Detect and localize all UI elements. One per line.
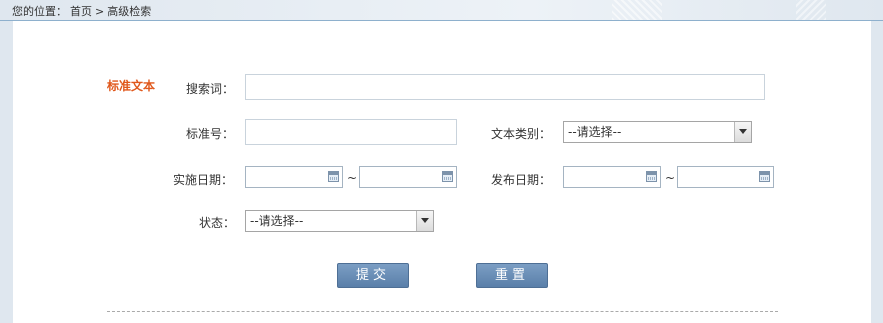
- doc-type-label: 文本类别：: [491, 127, 552, 141]
- calendar-icon[interactable]: [328, 171, 339, 182]
- std-no-input[interactable]: [245, 119, 457, 145]
- publish-date-range-separator: ~: [665, 171, 676, 185]
- divider: [107, 311, 778, 312]
- impl-date-end-input[interactable]: [359, 166, 457, 188]
- calendar-icon[interactable]: [759, 171, 770, 182]
- doc-type-selected-value: --请选择--: [568, 125, 622, 139]
- calendar-icon[interactable]: [646, 171, 657, 182]
- breadcrumb-home-link[interactable]: 首页: [70, 5, 92, 18]
- keyword-label: 搜索词：: [186, 82, 235, 96]
- publish-date-start-input[interactable]: [563, 166, 661, 188]
- publish-date-label: 发布日期：: [491, 173, 552, 187]
- breadcrumb-separator: >: [95, 5, 105, 18]
- doc-type-select[interactable]: --请选择--: [563, 121, 752, 143]
- breadcrumb-prefix: 您的位置：: [12, 5, 67, 18]
- publish-date-end-input[interactable]: [677, 166, 774, 188]
- status-selected-value: --请选择--: [250, 214, 304, 228]
- impl-date-label: 实施日期：: [173, 173, 234, 187]
- reset-button[interactable]: 重置: [476, 263, 548, 288]
- breadcrumb-current: 高级检索: [107, 5, 152, 18]
- header-decoration-right: [796, 0, 826, 20]
- header-decoration: [612, 0, 662, 20]
- submit-button[interactable]: 提交: [337, 263, 409, 288]
- breadcrumb: 您的位置： 首页 > 高级检索: [12, 3, 154, 19]
- std-no-label: 标准号：: [186, 127, 235, 141]
- section-title: 标准文本: [107, 79, 156, 93]
- chevron-down-icon[interactable]: [734, 122, 751, 142]
- status-label: 状态：: [199, 216, 236, 230]
- impl-date-start-input[interactable]: [245, 166, 343, 188]
- status-select[interactable]: --请选择--: [245, 210, 434, 232]
- calendar-icon[interactable]: [442, 171, 453, 182]
- breadcrumb-bar: 您的位置： 首页 > 高级检索: [0, 0, 883, 21]
- keyword-input[interactable]: [245, 74, 765, 100]
- chevron-down-icon[interactable]: [416, 211, 433, 231]
- impl-date-range-separator: ~: [347, 171, 358, 185]
